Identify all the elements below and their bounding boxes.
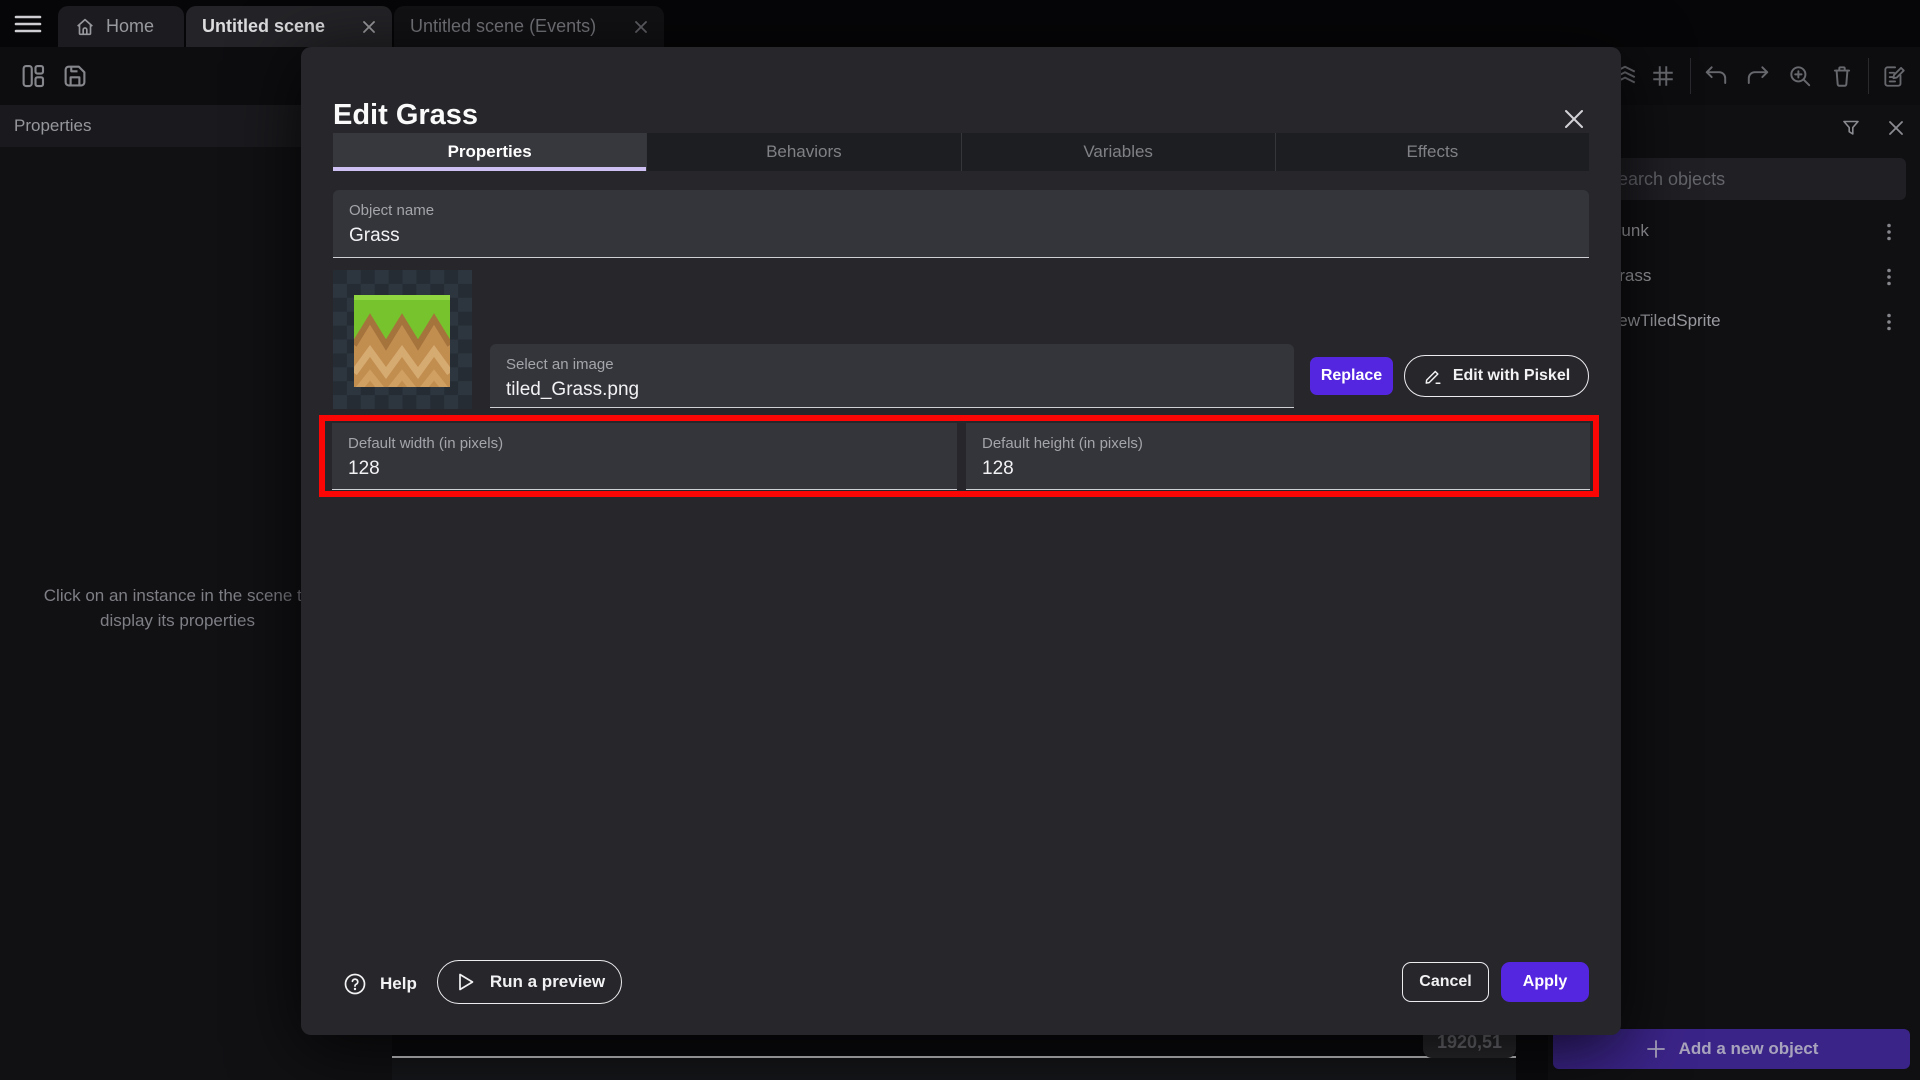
dialog-tab-bar: Properties Behaviors Variables Effects: [333, 133, 1589, 171]
properties-empty-message: Click on an instance in the scene to dis…: [10, 583, 345, 633]
default-height-field[interactable]: Default height (in pixels) 128: [966, 423, 1590, 490]
tab-label: Untitled scene: [202, 16, 325, 37]
tab-label: Home: [106, 16, 154, 37]
save-icon: [60, 61, 90, 91]
field-label: Default height (in pixels): [982, 435, 1574, 452]
close-icon[interactable]: [634, 20, 648, 34]
grid-button[interactable]: [1650, 63, 1676, 89]
field-value: tiled_Grass.png: [506, 379, 1278, 401]
run-preview-button[interactable]: Run a preview: [437, 960, 622, 1004]
pencil-icon: [1423, 366, 1443, 386]
object-menu-button[interactable]: [1878, 311, 1900, 333]
object-menu-button[interactable]: [1878, 266, 1900, 288]
kebab-menu-icon: [1878, 221, 1900, 243]
redo-button[interactable]: [1745, 63, 1771, 89]
edit-with-piskel-label: Edit with Piskel: [1453, 367, 1570, 385]
replace-button[interactable]: Replace: [1310, 357, 1393, 395]
redo-icon: [1745, 63, 1771, 89]
help-label: Help: [380, 974, 417, 994]
zoom-in-icon: [1787, 63, 1813, 89]
field-value: 128: [348, 458, 941, 480]
cancel-button[interactable]: Cancel: [1402, 962, 1489, 1002]
apply-button[interactable]: Apply: [1501, 962, 1589, 1002]
scene-canvas-edge: [392, 1056, 1516, 1080]
close-icon: [1561, 106, 1589, 132]
edit-scene-properties-icon: [1881, 63, 1907, 89]
tab-effects[interactable]: Effects: [1276, 133, 1589, 171]
edit-with-piskel-button[interactable]: Edit with Piskel: [1404, 355, 1589, 397]
zoom-in-button[interactable]: [1787, 63, 1813, 89]
default-width-field[interactable]: Default width (in pixels) 128: [332, 423, 957, 490]
tab-untitled-scene-events[interactable]: Untitled scene (Events): [394, 6, 664, 47]
tab-label: Untitled scene (Events): [410, 16, 596, 37]
toolbar-separator: [1690, 58, 1691, 94]
object-menu-button[interactable]: [1878, 221, 1900, 243]
edit-object-dialog: Edit Grass Properties Behaviors Variable…: [301, 47, 1621, 1035]
scene-toolbar: [1590, 47, 1920, 105]
kebab-menu-icon: [1878, 266, 1900, 288]
object-name-field[interactable]: Object name Grass: [333, 190, 1589, 258]
home-icon: [74, 16, 96, 38]
filter-icon: [1841, 118, 1863, 138]
delete-button[interactable]: [1829, 63, 1855, 89]
add-new-object-button[interactable]: Add a new object: [1553, 1029, 1910, 1069]
field-value: 128: [982, 458, 1574, 480]
objects-panel-close-button[interactable]: [1886, 117, 1908, 139]
plus-icon: [1645, 1038, 1667, 1060]
undo-button[interactable]: [1703, 63, 1729, 89]
sprite-thumbnail[interactable]: [333, 270, 472, 409]
search-objects-input[interactable]: [1592, 158, 1906, 200]
field-label: Select an image: [506, 356, 1278, 373]
help-button[interactable]: Help: [337, 962, 423, 1006]
field-label: Object name: [349, 202, 1573, 219]
edit-scene-properties-button[interactable]: [1881, 63, 1907, 89]
select-image-field[interactable]: Select an image tiled_Grass.png: [490, 344, 1294, 408]
help-icon: [343, 972, 367, 996]
tab-home[interactable]: Home: [58, 6, 184, 47]
grid-icon: [1650, 63, 1676, 89]
panel-title: Properties: [14, 116, 91, 136]
kebab-menu-icon: [1878, 311, 1900, 333]
close-icon: [1886, 118, 1908, 138]
project-manager-icon: [18, 61, 48, 91]
field-value: Grass: [349, 225, 1573, 247]
menu-button[interactable]: [12, 10, 44, 38]
object-name: NewTiledSprite: [1606, 311, 1721, 331]
run-preview-label: Run a preview: [490, 972, 605, 992]
filter-button[interactable]: [1841, 117, 1863, 139]
field-label: Default width (in pixels): [348, 435, 941, 452]
toolbar-separator: [1868, 58, 1869, 94]
play-icon: [454, 971, 476, 993]
tab-untitled-scene[interactable]: Untitled scene: [186, 6, 392, 47]
gdevelop-app: Home Untitled scene Untitled scene (Even…: [0, 0, 1920, 1080]
close-icon[interactable]: [362, 20, 376, 34]
menu-icon: [14, 12, 42, 36]
grass-tile-image: [354, 295, 450, 387]
trash-icon: [1829, 63, 1855, 89]
add-new-object-label: Add a new object: [1679, 1039, 1819, 1059]
tab-variables[interactable]: Variables: [962, 133, 1276, 171]
save-button[interactable]: [60, 61, 90, 91]
undo-icon: [1703, 63, 1729, 89]
dialog-close-button[interactable]: [1561, 105, 1589, 133]
tab-properties[interactable]: Properties: [333, 133, 647, 171]
project-manager-button[interactable]: [18, 61, 48, 91]
top-tab-bar: Home Untitled scene Untitled scene (Even…: [0, 0, 1920, 47]
dialog-title: Edit Grass: [333, 99, 478, 132]
tab-behaviors[interactable]: Behaviors: [647, 133, 961, 171]
